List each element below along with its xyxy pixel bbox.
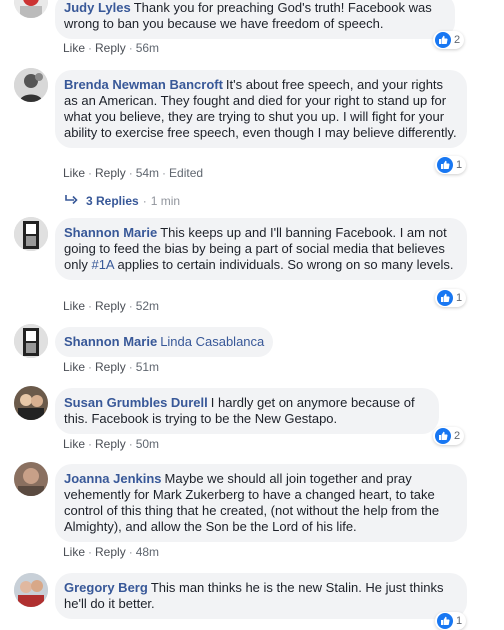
like-icon (435, 428, 451, 444)
avatar[interactable] (14, 0, 48, 18)
comment-bubble: Gregory Berg This man thinks he is the ne… (55, 573, 467, 619)
replies-count[interactable]: 3 Replies (86, 194, 139, 208)
comment-bubble: Judy Lyles Thank you for preaching God's … (55, 0, 455, 39)
avatar[interactable] (14, 386, 48, 420)
comment-time[interactable]: 48m (136, 545, 159, 559)
comment-time[interactable]: 54m (136, 166, 159, 180)
reply-button[interactable]: Reply (95, 41, 126, 55)
comment-author[interactable]: Susan Grumbles Durell (64, 395, 208, 410)
like-button[interactable]: Like (63, 41, 85, 55)
comment-bubble: Susan Grumbles Durell I hardly get on any… (55, 388, 439, 434)
reply-button[interactable]: Reply (95, 545, 126, 559)
like-icon (437, 290, 453, 306)
comment-actions: Like · Reply · 54m · Edited (63, 166, 204, 180)
comment-bubble: Brenda Newman Bancroft It's about free sp… (55, 70, 467, 148)
comment-author[interactable]: Joanna Jenkins (64, 471, 162, 486)
comment-author[interactable]: Shannon Marie (64, 225, 157, 240)
comment-actions: Like · Reply · 56m (63, 41, 160, 55)
like-button[interactable]: Like (63, 166, 85, 180)
avatar[interactable] (14, 68, 48, 102)
comment-author[interactable]: Judy Lyles (64, 0, 131, 15)
comment-time[interactable]: 52m (136, 299, 159, 313)
reply-button[interactable]: Reply (95, 360, 126, 374)
reaction-count[interactable]: 1 (435, 612, 467, 630)
comment-bubble: Joanna Jenkins Maybe we should all join t… (55, 464, 467, 542)
reply-button[interactable]: Reply (95, 437, 126, 451)
comment-time[interactable]: 51m (136, 360, 159, 374)
like-button[interactable]: Like (63, 437, 85, 451)
comment-author[interactable]: Brenda Newman Bancroft (64, 77, 223, 92)
like-button[interactable]: Like (63, 299, 85, 313)
comment-actions: Like · Reply · 51m (63, 360, 160, 374)
comment-time[interactable]: 50m (136, 437, 159, 451)
comment-author[interactable]: Gregory Berg (64, 580, 148, 595)
edited-label[interactable]: Edited (169, 166, 203, 180)
like-button[interactable]: Like (63, 360, 85, 374)
reply-button[interactable]: Reply (95, 166, 126, 180)
comment-actions: Like · Reply · 50m (63, 437, 160, 451)
like-button[interactable]: Like (63, 545, 85, 559)
reaction-count[interactable]: 1 (435, 156, 467, 174)
tagged-user[interactable]: Linda Casablanca (160, 334, 264, 349)
comment-text: applies to certain individuals. So wrong… (113, 257, 454, 272)
avatar[interactable] (14, 573, 48, 607)
comment-time[interactable]: 56m (136, 41, 159, 55)
comment-actions: Like · Reply · 52m (63, 299, 160, 313)
view-replies-link[interactable]: 3 Replies · 1 min (65, 194, 180, 208)
avatar[interactable] (14, 462, 48, 496)
like-icon (437, 613, 453, 629)
like-icon (437, 157, 453, 173)
reply-button[interactable]: Reply (95, 299, 126, 313)
comment-actions: Like · Reply · 48m (63, 545, 160, 559)
hashtag-link[interactable]: #1A (91, 257, 113, 272)
reply-arrow-icon (65, 194, 78, 208)
avatar[interactable] (14, 324, 48, 358)
avatar[interactable] (14, 217, 48, 251)
comment-author[interactable]: Shannon Marie (64, 334, 157, 349)
comment-bubble: Shannon Marie Linda Casablanca (55, 327, 274, 357)
like-icon (435, 32, 451, 48)
reaction-count[interactable]: 2 (433, 31, 465, 49)
reaction-count[interactable]: 1 (435, 289, 467, 307)
comment-bubble: Shannon Marie This keeps up and I'll bann… (55, 218, 467, 280)
reaction-count[interactable]: 2 (433, 427, 465, 445)
replies-time: 1 min (150, 194, 181, 208)
